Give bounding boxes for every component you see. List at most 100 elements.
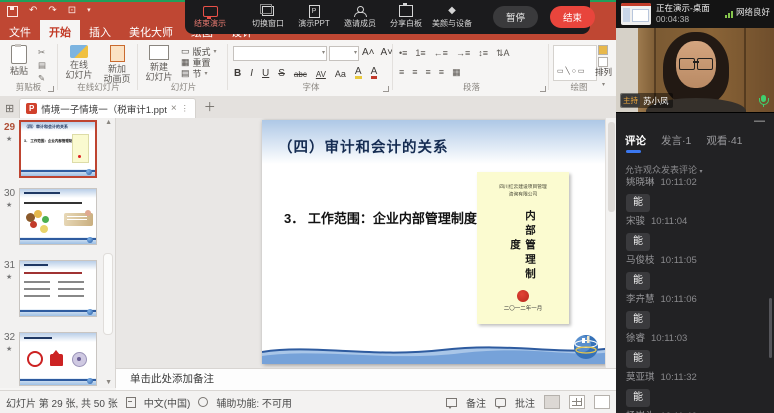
slide-sorter-view-button[interactable] — [569, 395, 585, 409]
online-slides-button[interactable]: 在线 幻灯片 — [62, 45, 96, 80]
tab-insert[interactable]: 插入 — [80, 20, 120, 40]
thumb-doc-graphic — [72, 134, 89, 163]
bullets-icon[interactable]: •≡ — [399, 48, 407, 59]
normal-view-button[interactable] — [544, 395, 560, 409]
tab-comments[interactable]: 评论 — [625, 133, 646, 148]
redo-icon[interactable]: ↷ — [48, 6, 56, 16]
font-name-combo[interactable]: ▾ — [233, 46, 327, 61]
paragraph-dialog-launcher[interactable] — [540, 86, 546, 92]
spellcheck-icon[interactable] — [126, 397, 136, 408]
share-status-bar: 正在演示-桌面 00:04:38 网络良好 — [616, 0, 774, 28]
host-video-tile[interactable]: 主持 苏小凤 — [616, 28, 774, 112]
change-case-icon[interactable]: Aa — [335, 69, 346, 79]
invite-members-button[interactable]: 邀请成员 — [343, 5, 377, 29]
end-show-button[interactable]: 结束演示 — [193, 5, 227, 29]
strikethrough-icon[interactable]: S — [278, 68, 285, 79]
text-direction-icon[interactable]: ⇅A — [496, 48, 510, 59]
shapes-gallery[interactable]: ▭ ╲ ○ ▭ △ ◇ → ↓ ⌒ ~ { } — [553, 45, 597, 81]
end-meeting-button[interactable]: 结束 — [550, 6, 595, 28]
present-ppt-button[interactable]: P 演示PPT — [297, 5, 331, 29]
cut-icon[interactable]: ✂ — [38, 47, 46, 58]
invite-members-icon — [354, 6, 366, 17]
tab-list-icon[interactable]: ⊞ — [5, 102, 14, 115]
undo-icon[interactable]: ↶ — [29, 6, 37, 16]
slide-title[interactable]: （四）审计和会计的关系 — [278, 136, 449, 157]
chat-scrollbar[interactable] — [769, 298, 772, 358]
thumb-scroll-up-icon[interactable]: ▲ — [105, 119, 112, 126]
notes-toggle[interactable]: 备注 — [466, 395, 486, 410]
share-whiteboard-button[interactable]: 分享白板 — [389, 5, 423, 29]
new-slide-button[interactable]: 新建 幻灯片 — [142, 45, 176, 82]
copy-icon[interactable]: ▤ — [38, 60, 46, 71]
screen: ↶ ↷ ⊡ ▾ 文件 开始 插入 美化大师 绘图 设计 粘贴 ✂ ▤ — [0, 0, 774, 413]
slideshow-icon[interactable]: ⊡ — [68, 6, 76, 16]
underline-icon[interactable]: U — [262, 68, 269, 79]
thumb-scrollbar[interactable] — [103, 253, 113, 335]
section-button[interactable]: ▤ 节▾ — [181, 68, 217, 79]
screen-share-preview[interactable] — [621, 3, 651, 25]
align-left-icon[interactable]: ≡ — [399, 67, 404, 78]
slide-thumbnail-29[interactable]: （四）审计和会计的关系 3． 工作范围：企业内部管理制度 — [19, 120, 97, 178]
beauty-settings-button[interactable]: ◆ 美颜与设备 — [435, 5, 469, 29]
slide-body-text[interactable]: 3． 工作范围：企业内部管理制度 — [284, 208, 477, 227]
microphone-icon[interactable] — [759, 95, 768, 107]
align-right-icon[interactable]: ≡ — [426, 67, 431, 78]
tab-home[interactable]: 开始 — [40, 20, 80, 40]
slide-thumbnail-32[interactable] — [19, 332, 97, 386]
line-spacing-icon[interactable]: ↕≡ — [478, 48, 488, 59]
reading-view-button[interactable] — [594, 395, 610, 409]
abc-strike-icon[interactable]: abc — [294, 70, 307, 79]
slide-thumbnail-panel: ▲ 29 ★ （四）审计和会计的关系 3． 工作范围：企业内部管理制度 30 ★ — [0, 118, 116, 388]
minimize-icon[interactable]: — — [754, 116, 765, 126]
new-tab-icon[interactable]: ＋ — [204, 98, 216, 115]
slide-thumbnail-31[interactable] — [19, 260, 97, 317]
save-icon[interactable] — [7, 6, 18, 17]
char-spacing-icon[interactable]: AV — [316, 70, 326, 79]
bold-icon[interactable]: B — [234, 68, 241, 79]
slide-29: （四）审计和会计的关系 3． 工作范围：企业内部管理制度 四川红云建设项目管理 … — [262, 120, 612, 364]
switch-window-button[interactable]: 切换窗口 — [251, 5, 285, 29]
tab-file[interactable]: 文件 — [0, 20, 40, 40]
indent-right-icon[interactable]: →≡ — [456, 48, 470, 59]
language-status[interactable]: 中文(中国) — [144, 395, 191, 410]
slides-group-label: 幻灯片 — [140, 81, 227, 93]
new-slide-label: 新建 幻灯片 — [142, 62, 176, 82]
tab-speaking[interactable]: 发言·1 — [661, 133, 691, 148]
align-center-icon[interactable]: ≡ — [412, 67, 417, 78]
slide-thumbnail-30[interactable] — [19, 188, 97, 245]
tab-viewers[interactable]: 观看·41 — [706, 133, 742, 148]
comment-time: 10:11:03 — [651, 333, 687, 344]
clipboard-dialog-launcher[interactable] — [48, 86, 54, 92]
network-status: 网络良好 — [725, 6, 770, 18]
comments-toggle[interactable]: 批注 — [515, 395, 535, 410]
pause-button[interactable]: 暂停 — [493, 6, 538, 28]
comment-list[interactable]: 姚晓琳10:11:02 能 宋骏10:11:04 能 马俊枝10:11:05 能… — [616, 177, 774, 413]
tab-more-icon[interactable]: ⋮ — [181, 104, 189, 113]
internal-rules-document-image[interactable]: 四川红云建设项目管理 咨询有限公司 内部管理制度 二〇一二年一月 — [477, 172, 569, 324]
participant-name-tag: 主持 苏小凤 — [620, 93, 673, 108]
allow-comments-dropdown[interactable]: 允许观众发表评论 ▾ — [625, 163, 703, 176]
align-justify-icon[interactable]: ≡ — [439, 67, 444, 78]
fill-color-chip[interactable] — [598, 45, 608, 55]
font-size-combo[interactable]: ▾ — [329, 46, 359, 61]
thumb-scroll-down-icon[interactable]: ▼ — [105, 379, 112, 386]
numbering-icon[interactable]: 1≡ — [415, 48, 425, 59]
comment-time: 10:11:05 — [661, 255, 697, 266]
new-anim-page-button[interactable]: 新加 动画页 — [100, 45, 134, 84]
comment-text: 能 — [626, 350, 650, 368]
columns-icon[interactable]: ▦ — [452, 67, 461, 78]
meeting-panel: 正在演示-桌面 00:04:38 网络良好 主持 苏小凤 — [616, 0, 774, 413]
indent-left-icon[interactable]: ←≡ — [434, 48, 448, 59]
paste-button[interactable]: 粘贴 — [4, 45, 34, 76]
italic-icon[interactable]: I — [250, 68, 253, 79]
notes-panel[interactable]: 单击此处添加备注 — [116, 368, 616, 391]
font-dialog-launcher[interactable] — [383, 86, 389, 92]
quickbar-more-icon[interactable]: ▾ — [87, 6, 91, 16]
grow-font-icon[interactable]: A˄ — [362, 47, 375, 58]
canvas-scrollbar[interactable] — [605, 118, 616, 368]
close-tab-icon[interactable]: × — [171, 103, 177, 114]
font-color-icon[interactable]: A — [371, 67, 378, 79]
tab-beautify[interactable]: 美化大师 — [120, 20, 182, 40]
highlight-color-icon[interactable]: A — [355, 67, 362, 79]
document-tab[interactable]: P 情境一子情境一（税审计1.ppt × ⋮ — [19, 98, 195, 118]
